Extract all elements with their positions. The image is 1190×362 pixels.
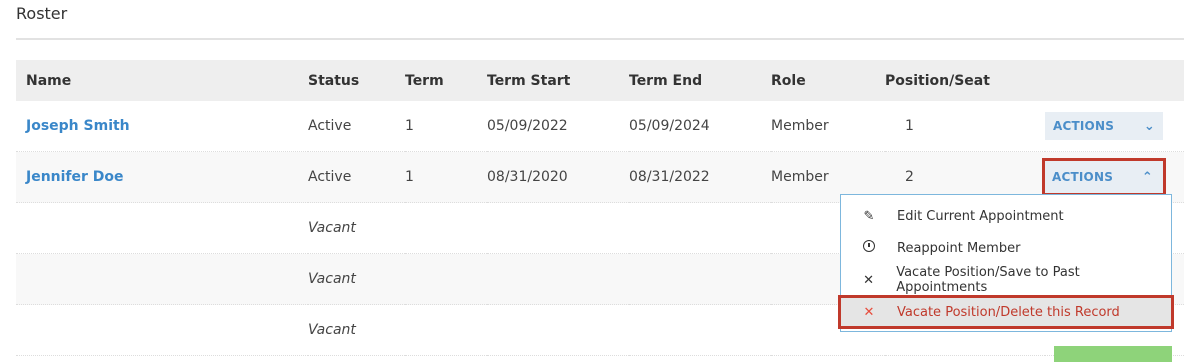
status-cell: Active <box>308 151 405 203</box>
status-cell: Active <box>308 101 405 152</box>
term-start-cell: 08/31/2020 <box>487 151 629 203</box>
table-header-row: Name Status Term Term Start Term End Rol… <box>16 60 1184 101</box>
column-header-term-end: Term End <box>629 60 771 101</box>
chevron-up-icon: ⌃ <box>1141 169 1153 185</box>
status-cell: Vacant <box>308 253 405 305</box>
status-cell: Vacant <box>308 304 405 356</box>
column-header-status: Status <box>308 60 405 101</box>
status-cell: Vacant <box>308 202 405 254</box>
term-cell: 1 <box>405 151 487 203</box>
member-name-link[interactable]: Jennifer Doe <box>26 169 124 185</box>
seat-cell: 1 <box>885 101 1045 152</box>
menu-item-label: Reappoint Member <box>897 240 1021 256</box>
column-header-position-seat: Position/Seat <box>885 60 1045 101</box>
member-name-link[interactable]: Joseph Smith <box>26 118 130 134</box>
actions-button[interactable]: ACTIONS ⌄ <box>1045 112 1163 140</box>
close-icon: ✕ <box>863 272 875 288</box>
column-header-term-start: Term Start <box>487 60 629 101</box>
edit-icon: ✎ <box>863 208 875 224</box>
title-divider <box>16 38 1184 40</box>
column-header-actions <box>1045 60 1184 101</box>
page-title: Roster <box>16 4 68 23</box>
term-cell: 1 <box>405 101 487 152</box>
menu-item-label: Vacate Position/Save to Past Appointment… <box>896 265 1080 295</box>
term-end-cell: 08/31/2022 <box>629 151 771 203</box>
close-icon: ✕ <box>863 304 875 320</box>
column-header-role: Role <box>771 60 885 101</box>
actions-label: ACTIONS <box>1052 170 1114 184</box>
menu-item-vacate-delete[interactable]: ✕ Vacate Position/Delete this Record <box>838 295 1174 329</box>
column-header-term: Term <box>405 60 487 101</box>
menu-item-label: Vacate Position/Delete this Record <box>897 304 1120 320</box>
actions-dropdown-menu: ✎ Edit Current Appointment Reappoint Mem… <box>838 194 1174 332</box>
clock-icon <box>841 240 897 256</box>
term-start-cell: 05/09/2022 <box>487 101 629 152</box>
table-row: Joseph Smith Active 1 05/09/2022 05/09/2… <box>16 101 1184 152</box>
menu-item-edit-appointment[interactable]: ✎ Edit Current Appointment <box>841 200 1171 232</box>
column-header-name: Name <box>16 60 308 101</box>
chevron-down-icon: ⌄ <box>1143 118 1155 134</box>
menu-item-reappoint-member[interactable]: Reappoint Member <box>841 232 1171 264</box>
actions-label: ACTIONS <box>1053 119 1115 133</box>
menu-item-vacate-save[interactable]: ✕ Vacate Position/Save to Past Appointme… <box>841 264 1171 296</box>
term-end-cell: 05/09/2024 <box>629 101 771 152</box>
role-cell: Member <box>771 101 885 152</box>
menu-item-label: Edit Current Appointment <box>897 208 1064 224</box>
action-button-stub[interactable] <box>1054 346 1172 362</box>
actions-button-open[interactable]: ACTIONS ⌃ <box>1042 158 1166 196</box>
